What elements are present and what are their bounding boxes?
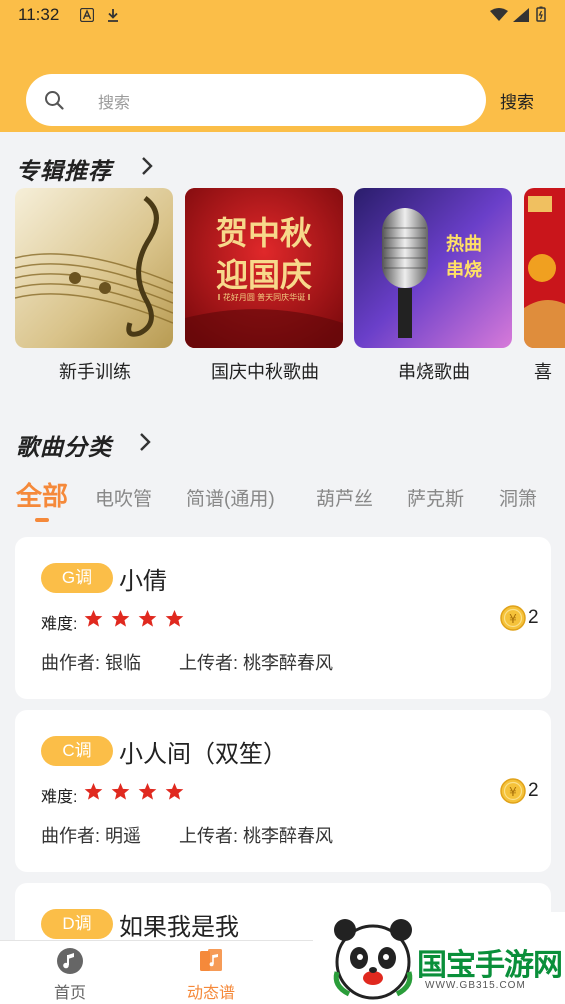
nav-dynamic-score[interactable]: 动态谱 bbox=[161, 941, 261, 1004]
coin-count: 2 bbox=[528, 780, 539, 801]
difficulty-stars bbox=[84, 782, 187, 805]
signal-icon bbox=[513, 8, 529, 22]
search-placeholder: 搜索 bbox=[98, 95, 131, 112]
nav-label: 动态谱 bbox=[186, 985, 235, 1002]
tab-dongxiao[interactable]: 洞箫 bbox=[499, 484, 537, 511]
song-card[interactable]: C调 小人间（双笙） 难度: ¥ 2 曲作者: 明遥 上传者: 桃李醉春风 bbox=[15, 710, 551, 872]
star-icon bbox=[84, 609, 103, 627]
wifi-icon bbox=[490, 8, 508, 21]
search-icon bbox=[45, 91, 64, 110]
nav-home[interactable]: 首页 bbox=[20, 941, 120, 1004]
sheet-music-icon bbox=[200, 949, 222, 971]
key-badge: D调 bbox=[41, 909, 113, 939]
star-icon bbox=[84, 782, 103, 800]
uploader: 上传者: 桃李醉春风 bbox=[179, 826, 334, 846]
tab-all[interactable]: 全部 bbox=[16, 476, 68, 513]
difficulty-label: 难度: bbox=[41, 789, 78, 806]
status-bar: 11:32 bbox=[0, 0, 565, 32]
star-icon bbox=[165, 782, 184, 800]
cover-text: 串烧 bbox=[446, 260, 482, 281]
cover-text: 贺中秋 bbox=[215, 214, 312, 252]
watermark: 国宝手游网 WWW.GB315.COM bbox=[313, 912, 565, 1004]
watermark-url: WWW.GB315.COM bbox=[425, 980, 526, 991]
cover-small-text: ‖ 花好月圆 普天同庆华诞 ‖ bbox=[217, 293, 311, 302]
composer: 曲作者: 银临 bbox=[41, 653, 142, 673]
difficulty-label: 难度: bbox=[41, 616, 78, 633]
difficulty-stars bbox=[84, 609, 187, 632]
album-name: 国庆中秋歌曲 bbox=[211, 362, 319, 382]
music-note-icon bbox=[57, 948, 83, 974]
search-input[interactable]: 搜索 bbox=[26, 74, 486, 126]
watermark-brand: 国宝手游网 bbox=[417, 948, 563, 983]
star-icon bbox=[111, 609, 130, 627]
tab-electric-wind[interactable]: 电吹管 bbox=[95, 484, 152, 511]
svg-text:¥: ¥ bbox=[509, 612, 517, 626]
coin-count: 2 bbox=[528, 607, 539, 628]
battery-icon bbox=[536, 6, 546, 22]
tab-saxophone[interactable]: 萨克斯 bbox=[407, 484, 464, 511]
album-name: 串烧歌曲 bbox=[398, 362, 470, 382]
key-badge: C调 bbox=[41, 736, 113, 766]
star-icon bbox=[111, 782, 130, 800]
cover-text: 迎国庆 bbox=[215, 256, 312, 294]
song-title: 小倩 bbox=[119, 568, 167, 595]
album-cover bbox=[524, 188, 565, 348]
composer: 曲作者: 明遥 bbox=[41, 826, 142, 846]
song-card[interactable]: G调 小倩 难度: ¥ 2 曲作者: 银临 上传者: 桃李醉春风 bbox=[15, 537, 551, 699]
star-icon bbox=[165, 609, 184, 627]
app-header: 11:32 搜索 搜索 bbox=[0, 0, 565, 132]
song-title: 如果我是我 bbox=[119, 914, 239, 941]
chevron-right-icon[interactable] bbox=[140, 156, 154, 176]
svg-text:¥: ¥ bbox=[509, 785, 517, 799]
coin-icon: ¥ bbox=[500, 605, 526, 631]
star-icon bbox=[138, 782, 157, 800]
uploader: 上传者: 桃李醉春风 bbox=[179, 653, 334, 673]
category-tabs[interactable]: 全部 电吹管 简谱(通用) 葫芦丝 萨克斯 洞箫 bbox=[0, 476, 565, 526]
font-a-icon bbox=[80, 8, 94, 22]
album-carousel[interactable]: 新手训练 贺中秋 迎国庆 ‖ 花好月圆 普天同庆华诞 ‖ 国庆中秋歌曲 热曲 串… bbox=[0, 188, 565, 388]
album-cover: 热曲 串烧 bbox=[354, 188, 512, 348]
category-section-title[interactable]: 歌曲分类 bbox=[16, 428, 112, 462]
tab-hulusi[interactable]: 葫芦丝 bbox=[316, 484, 373, 511]
search-button[interactable]: 搜索 bbox=[500, 88, 534, 113]
album-name: 新手训练 bbox=[59, 362, 131, 382]
album-name: 喜 bbox=[534, 362, 552, 382]
star-icon bbox=[138, 609, 157, 627]
download-icon bbox=[108, 9, 118, 22]
active-tab-indicator bbox=[35, 518, 49, 522]
coin-icon: ¥ bbox=[500, 778, 526, 804]
chevron-right-icon[interactable] bbox=[138, 432, 152, 452]
albums-section-title[interactable]: 专辑推荐 bbox=[16, 152, 112, 186]
album-cover: 贺中秋 迎国庆 ‖ 花好月圆 普天同庆华诞 ‖ bbox=[185, 188, 343, 348]
key-badge: G调 bbox=[41, 563, 113, 593]
cover-text: 热曲 bbox=[446, 234, 482, 255]
tab-jianpu[interactable]: 简谱(通用) bbox=[186, 484, 275, 511]
status-time: 11:32 bbox=[18, 5, 60, 24]
nav-label: 首页 bbox=[53, 985, 86, 1002]
album-cover bbox=[15, 188, 173, 348]
song-title: 小人间（双笙） bbox=[119, 741, 287, 768]
